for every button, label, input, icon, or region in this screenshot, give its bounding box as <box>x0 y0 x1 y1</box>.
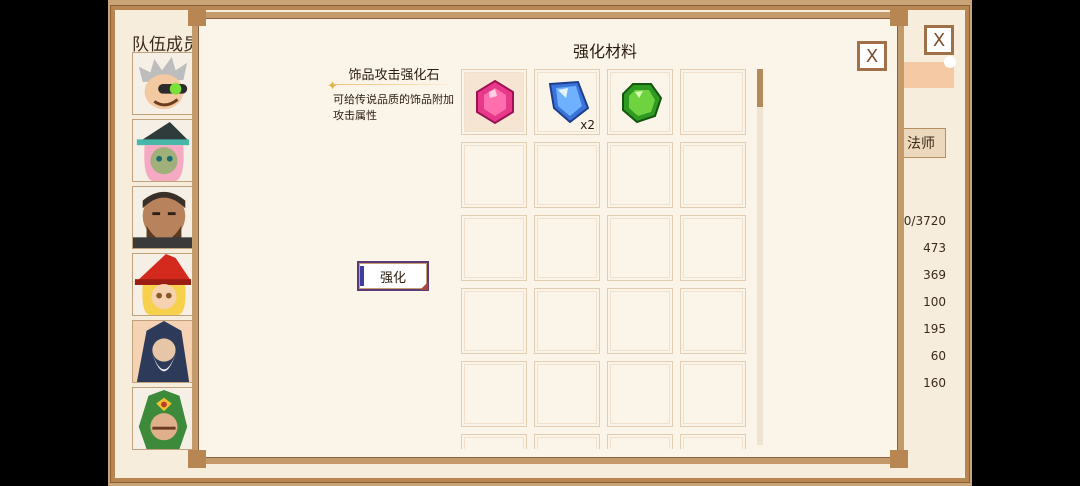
hero-portrait-wizard[interactable] <box>132 320 194 383</box>
inventory-slot[interactable] <box>461 215 527 281</box>
inventory-slot[interactable] <box>461 142 527 208</box>
panel-corner-ornament <box>890 450 908 468</box>
team-portrait-list <box>132 52 194 454</box>
panel-corner-ornament <box>188 450 206 468</box>
hero-portrait-warrior[interactable] <box>132 186 194 249</box>
inventory-slot[interactable] <box>461 361 527 427</box>
inventory-slot[interactable] <box>680 288 746 354</box>
stat-2: 369 <box>923 268 946 282</box>
enhance-button[interactable]: 强化 <box>357 261 429 291</box>
inventory-slot[interactable] <box>461 69 527 135</box>
hero-class-label: 法师 <box>907 136 935 152</box>
team-panel-close-button[interactable]: X <box>924 25 954 55</box>
inventory-slot[interactable] <box>461 434 527 449</box>
item-name-underline <box>334 84 456 85</box>
team-panel-strip-dot <box>944 56 956 68</box>
inventory-slot[interactable] <box>680 361 746 427</box>
inventory-slot[interactable] <box>534 434 600 449</box>
inventory-slot[interactable] <box>534 361 600 427</box>
inventory-scroll-thumb[interactable] <box>757 69 763 107</box>
inventory-slot[interactable] <box>607 434 673 449</box>
inventory-slot[interactable] <box>680 142 746 208</box>
panel-title: 强化材料 <box>572 42 637 61</box>
panel-corner-ornament <box>188 8 206 26</box>
item-name: 饰品攻击强化石 <box>348 68 440 83</box>
inventory-slot[interactable] <box>607 288 673 354</box>
inventory-scrollbar[interactable] <box>757 69 763 445</box>
inventory-slot[interactable] <box>680 69 746 135</box>
panel-corner-ornament <box>890 8 908 26</box>
inventory-grid: x2 <box>461 69 747 449</box>
hero-portrait-ranger[interactable] <box>132 387 194 450</box>
hero-portrait-scientist[interactable] <box>132 52 194 115</box>
inventory-slot[interactable]: x2 <box>534 69 600 135</box>
stat-6: 160 <box>923 376 946 390</box>
stat-3: 100 <box>923 295 946 309</box>
inventory-slot[interactable] <box>680 434 746 449</box>
hero-portrait-witch[interactable] <box>132 119 194 182</box>
enhance-button-label: 强化 <box>379 270 406 286</box>
inventory-slot[interactable] <box>607 361 673 427</box>
item-description: 可给传说品质的饰品附加攻击属性 <box>333 93 454 122</box>
inventory-slot[interactable] <box>607 142 673 208</box>
stat-5: 60 <box>930 349 946 363</box>
inventory-slot[interactable] <box>607 215 673 281</box>
inventory-slot[interactable] <box>534 288 600 354</box>
inventory-slot[interactable] <box>607 69 673 135</box>
stat-1: 473 <box>923 241 946 255</box>
inventory-slot[interactable] <box>534 142 600 208</box>
inventory-slot[interactable] <box>461 288 527 354</box>
inventory-slot[interactable] <box>680 215 746 281</box>
item-count: x2 <box>580 118 595 132</box>
inventory-slot[interactable] <box>534 215 600 281</box>
hero-portrait-mage[interactable] <box>132 253 194 316</box>
stat-4: 195 <box>923 322 946 336</box>
panel-close-button[interactable]: X <box>857 41 887 71</box>
